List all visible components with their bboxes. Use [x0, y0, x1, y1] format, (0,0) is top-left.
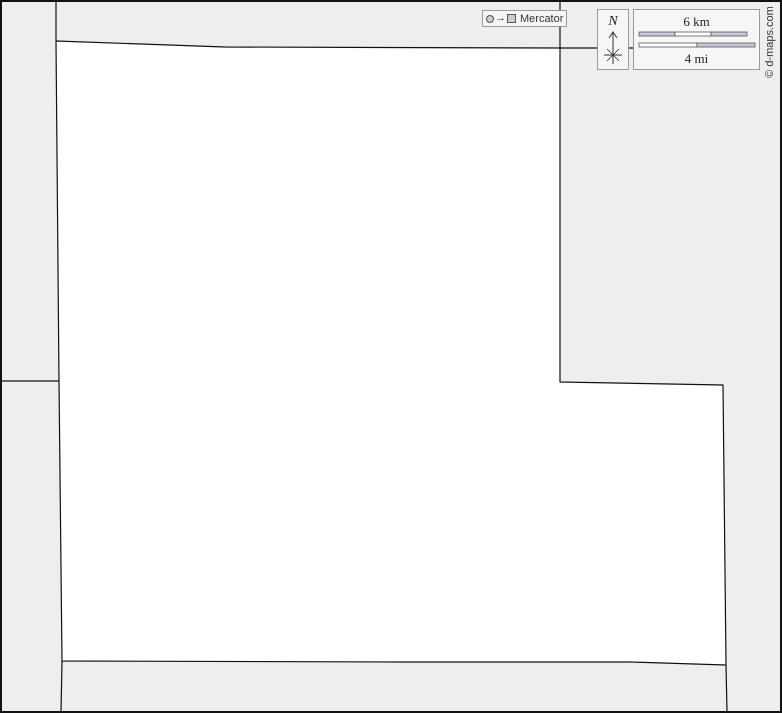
north-arrow-icon [604, 31, 622, 64]
circle-icon [486, 14, 494, 23]
scale-mi-label: 4 mi [684, 51, 709, 66]
arrow-right-icon: → [495, 12, 506, 24]
credit-label: © d-maps.com [764, 6, 776, 78]
north-label: N [608, 14, 618, 29]
projection-label: → Mercator [482, 10, 567, 27]
projection-name: Mercator [520, 12, 564, 25]
scale-bar: 6 km 4 mi [633, 9, 760, 70]
north-compass: N [597, 9, 629, 70]
map-frame: → Mercator N 6 km 4 mi © d-maps.com [0, 0, 782, 713]
scale-km-label: 6 km [683, 14, 710, 29]
scale-bar-graphic [638, 31, 756, 48]
square-icon [507, 14, 516, 23]
map-canvas [0, 0, 782, 713]
